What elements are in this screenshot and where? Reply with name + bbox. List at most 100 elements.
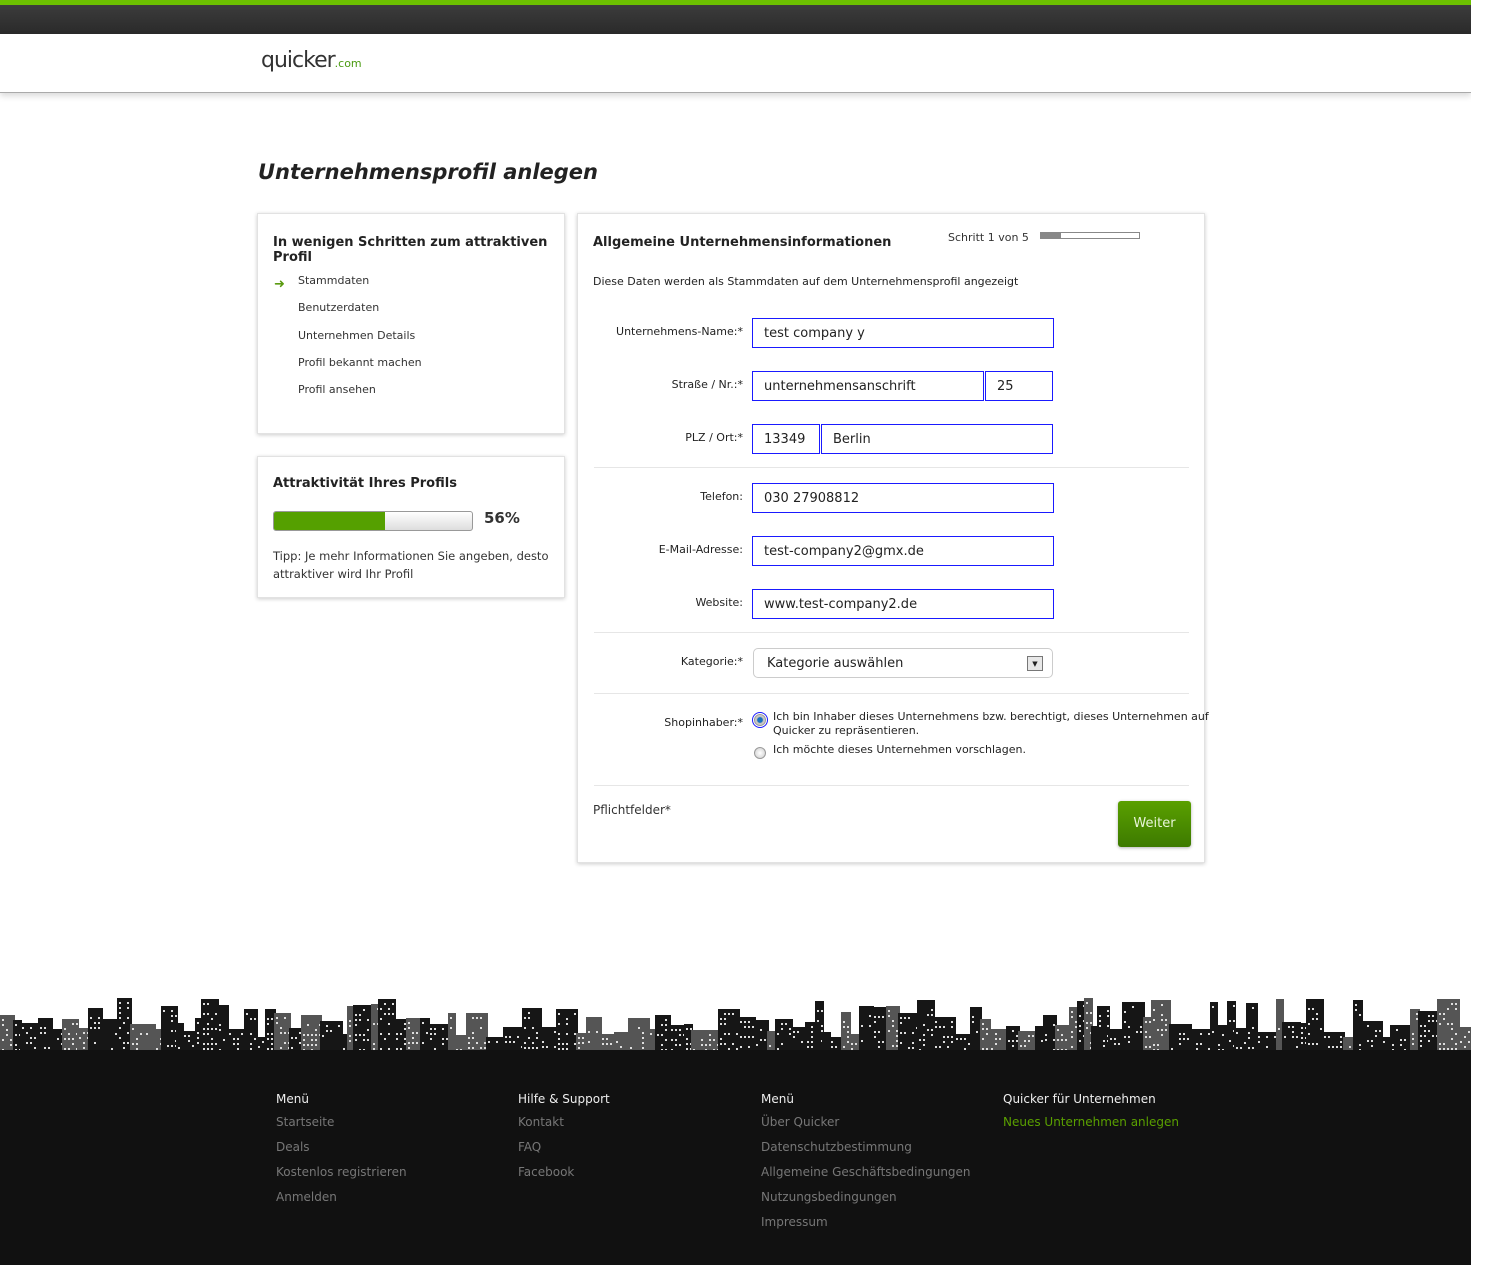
- footer-heading: Hilfe & Support: [518, 1092, 610, 1106]
- building: [586, 1017, 602, 1052]
- step-item: Profil bekannt machen: [298, 355, 422, 369]
- footer-link[interactable]: Deals: [276, 1140, 407, 1165]
- footer-column: Hilfe & Support Kontakt FAQ Facebook: [518, 1092, 610, 1190]
- owner-radio-label[interactable]: Ich bin Inhaber dieses Unternehmens bzw.…: [773, 710, 1213, 738]
- building: [540, 1027, 558, 1052]
- attractiveness-progress: [273, 511, 473, 531]
- category-value: Kategorie auswählen: [767, 656, 904, 671]
- next-button[interactable]: Weiter: [1118, 801, 1191, 847]
- zip-input[interactable]: 13349: [752, 424, 820, 454]
- footer-link[interactable]: Neues Unternehmen anlegen: [1003, 1115, 1179, 1140]
- building: [1458, 1027, 1471, 1052]
- form-title: Allgemeine Unternehmensinformationen: [593, 235, 892, 250]
- steps-list: Stammdaten Benutzerdaten Unternehmen Det…: [298, 274, 422, 410]
- footer-link[interactable]: Über Quicker: [761, 1115, 971, 1140]
- step-item: Benutzerdaten: [298, 301, 380, 315]
- building: [101, 1019, 119, 1052]
- building: [301, 1015, 322, 1052]
- email-input[interactable]: test-company2@gmx.de: [752, 536, 1054, 566]
- footer-heading: Menü: [761, 1092, 794, 1106]
- building: [503, 1027, 524, 1052]
- building: [791, 1027, 807, 1052]
- building: [775, 1019, 793, 1052]
- building: [244, 1009, 258, 1052]
- label-email: E-Mail-Adresse:: [658, 543, 743, 556]
- chevron-down-icon[interactable]: ▼: [1027, 656, 1043, 671]
- label-phone: Telefon:: [700, 490, 743, 503]
- building: [1018, 1031, 1037, 1052]
- step-item: Stammdaten: [298, 274, 370, 287]
- required-note: Pflichtfelder*: [593, 803, 671, 817]
- steps-title: In wenigen Schritten zum attraktiven Pro…: [273, 235, 548, 265]
- building: [1390, 1025, 1412, 1052]
- category-select[interactable]: Kategorie auswählen ▼: [753, 648, 1053, 678]
- building: [917, 1000, 935, 1052]
- building: [556, 1009, 578, 1052]
- label-category: Kategorie:*: [680, 655, 743, 668]
- footer-link[interactable]: Allgemeine Geschäftsbedingungen: [761, 1165, 971, 1190]
- building: [872, 1007, 888, 1052]
- header: quicker.com: [0, 34, 1471, 93]
- step-progress: [1040, 232, 1140, 239]
- building: [859, 1006, 874, 1052]
- divider: [594, 693, 1189, 694]
- percent-label: 56%: [484, 509, 520, 527]
- footer-heading: Quicker für Unternehmen: [1003, 1092, 1156, 1106]
- company-name-input[interactable]: test company y: [752, 318, 1054, 348]
- owner-radio[interactable]: [752, 712, 768, 728]
- footer-heading: Menü: [276, 1092, 309, 1106]
- city-input[interactable]: Berlin: [821, 424, 1053, 454]
- building: [522, 1008, 542, 1052]
- progress-fill: [274, 512, 385, 530]
- step-item: Unternehmen Details: [298, 328, 416, 342]
- building: [88, 1008, 103, 1052]
- step-label: Schritt 1 von 5: [948, 231, 1029, 244]
- street-input[interactable]: unternehmensanschrift: [752, 371, 984, 401]
- building: [38, 1018, 53, 1052]
- building: [754, 1020, 769, 1052]
- building: [628, 1018, 650, 1052]
- label-name: Unternehmens-Name:*: [616, 325, 743, 338]
- suggest-radio-label[interactable]: Ich möchte dieses Unternehmen vorschlage…: [773, 743, 1213, 757]
- tip-text: Tipp: Je mehr Informationen Sie angeben,…: [273, 549, 549, 581]
- building: [1361, 1021, 1383, 1052]
- city-skyline: [0, 998, 1471, 1052]
- footer: [0, 1050, 1471, 1265]
- arrow-right-icon: ➜: [274, 277, 285, 292]
- building: [1006, 1026, 1020, 1052]
- website-input[interactable]: www.test-company2.de: [752, 589, 1054, 619]
- page-title: Unternehmensprofil anlegen: [258, 160, 598, 184]
- footer-link[interactable]: Kostenlos registrieren: [276, 1165, 407, 1190]
- building: [1108, 1029, 1124, 1052]
- footer-link[interactable]: FAQ: [518, 1140, 610, 1165]
- label-owner: Shopinhaber:*: [664, 716, 743, 729]
- building: [1043, 1015, 1057, 1052]
- divider: [594, 467, 1189, 468]
- label-zip: PLZ / Ort:*: [685, 431, 743, 444]
- building: [378, 999, 396, 1052]
- logo-text: quicker: [261, 48, 336, 73]
- building: [353, 1005, 373, 1052]
- page-edge: [1471, 0, 1488, 1265]
- attractiveness-title: Attraktivität Ihres Profils: [273, 476, 457, 491]
- footer-link[interactable]: Kontakt: [518, 1115, 610, 1140]
- top-bar: [0, 0, 1471, 34]
- logo[interactable]: quicker.com: [261, 48, 362, 73]
- divider: [594, 785, 1189, 786]
- page: quicker.com Unternehmensprofil anlegen I…: [0, 0, 1471, 1265]
- form-subtitle: Diese Daten werden als Stammdaten auf de…: [593, 275, 1019, 288]
- footer-link[interactable]: Datenschutzbestimmung: [761, 1140, 971, 1165]
- logo-suffix: .com: [334, 57, 362, 70]
- label-website: Website:: [695, 596, 743, 609]
- house-number-input[interactable]: 25: [985, 371, 1053, 401]
- footer-link[interactable]: Nutzungsbedingungen: [761, 1190, 971, 1215]
- step-item: Profil ansehen: [298, 383, 376, 397]
- footer-link[interactable]: Facebook: [518, 1165, 610, 1190]
- footer-column: Menü Startseite Deals Kostenlos registriere…: [276, 1092, 407, 1215]
- suggest-radio[interactable]: [754, 747, 766, 759]
- footer-link[interactable]: Anmelden: [276, 1190, 407, 1215]
- phone-input[interactable]: 030 27908812: [752, 483, 1054, 513]
- footer-link[interactable]: Startseite: [276, 1115, 407, 1140]
- footer-column: Quicker für Unternehmen Neues Unternehmen…: [1003, 1092, 1179, 1140]
- footer-link[interactable]: Impressum: [761, 1215, 971, 1240]
